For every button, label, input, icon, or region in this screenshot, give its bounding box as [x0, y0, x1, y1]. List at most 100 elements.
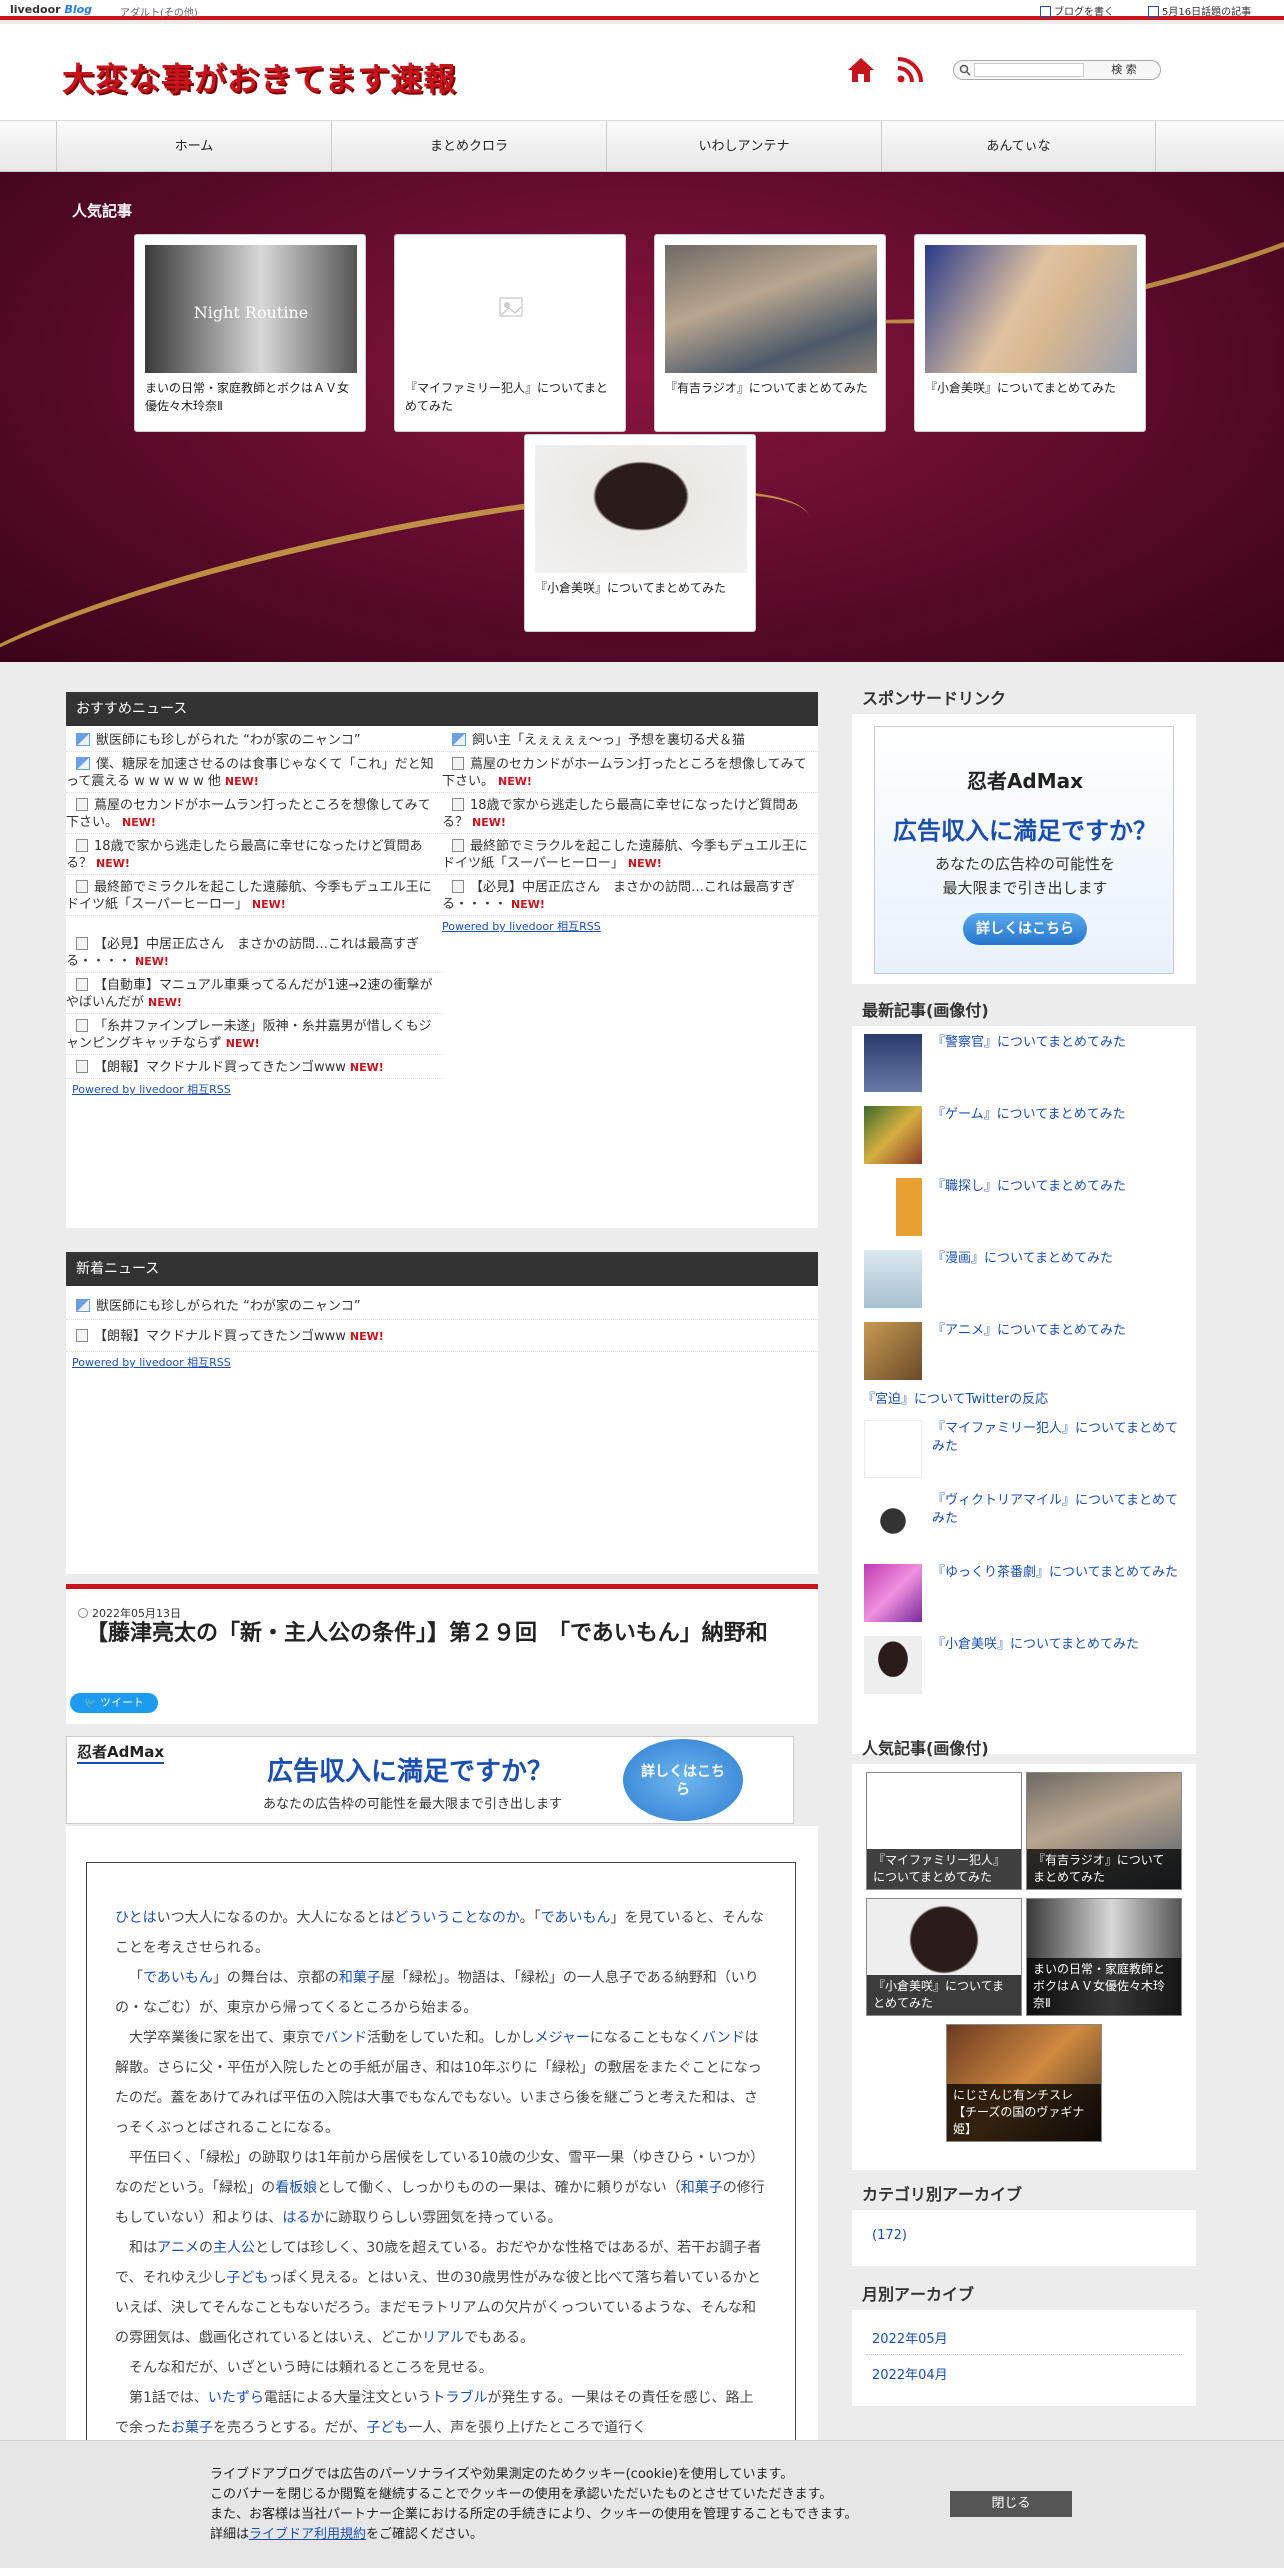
popular-tile[interactable]: まいの日常・家庭教師とボクはＡＶ女優佐々木玲奈Ⅱ: [1026, 1898, 1182, 2016]
latest-item[interactable]: 『警察官』についてまとめてみた: [852, 1026, 1196, 1098]
keyword-link[interactable]: お菓子: [171, 2420, 213, 2436]
nav-item-home[interactable]: ホーム: [56, 121, 331, 173]
today-topics-link[interactable]: 5月16日話題の記事: [1148, 3, 1251, 18]
news-item[interactable]: 【朗報】マクドナルド買ってきたンゴwww NEW!: [66, 1057, 442, 1079]
news-item[interactable]: 蔦屋のセカンドがホームラン打ったところを想像してみて下さい。 NEW!: [66, 795, 442, 834]
month-link[interactable]: 2022年04月: [872, 2364, 948, 2383]
cookie-text-part: をご確認ください。: [366, 2527, 484, 2542]
latest-title: 『宮迫』についてTwitterの反応: [862, 1392, 1049, 1407]
news-item[interactable]: 獣医師にも珍しがられた “わが家のニャンコ”: [66, 730, 442, 752]
popular-tile[interactable]: 『小倉美咲』についてまとめてみた: [866, 1898, 1022, 2016]
sponsor-heading: スポンサードリンク: [862, 689, 1007, 708]
keyword-link[interactable]: いたずら: [208, 2390, 264, 2406]
powered-by-link[interactable]: Powered by livedoor 相互RSS: [442, 920, 601, 933]
popular-tile[interactable]: 『マイファミリー犯人』についてまとめてみた: [866, 1772, 1022, 1890]
admax-headline: 広告収入に満足ですか？: [893, 817, 1157, 845]
cookie-close-button[interactable]: 閉じる: [950, 2491, 1072, 2517]
doc-icon: [76, 1019, 88, 1032]
news-item[interactable]: 最終節でミラクルを起こした遠藤航、今季もデュエル王に ドイツ紙「スーパーヒーロー…: [66, 877, 445, 916]
category-archive-panel: (172): [852, 2210, 1196, 2266]
terms-link[interactable]: ライブドア利用規約: [249, 2527, 366, 2542]
month-link[interactable]: 2022年05月: [872, 2328, 948, 2347]
popular-tile[interactable]: 『有吉ラジオ』についてまとめてみた: [1026, 1772, 1182, 1890]
keyword-link[interactable]: 主人公: [213, 2240, 255, 2256]
keyword-link[interactable]: であいもん: [143, 1970, 213, 1986]
keyword-link[interactable]: トラブル: [432, 2390, 488, 2406]
new-badge: NEW!: [251, 898, 286, 911]
news-item[interactable]: 【自動車】マニュアル車乗ってるんだが1速→2速の衝撃がやばいんだが NEW!: [66, 975, 442, 1014]
nav-item-iwashi-antenna[interactable]: いわしアンテナ: [606, 121, 881, 173]
doc-icon: [76, 798, 88, 811]
popular-card[interactable]: Night Routine まいの日常・家庭教師とボクはＡＶ女優佐々木玲奈Ⅱ: [134, 234, 366, 432]
home-icon[interactable]: [846, 56, 876, 84]
search-button[interactable]: 検 索: [1092, 63, 1156, 77]
keyword-link[interactable]: アニメ: [157, 2240, 199, 2256]
paragraph-text: として働く、しっかりものの一果は、確かに頼りがない（: [317, 2180, 681, 2196]
popular-card[interactable]: 『小倉美咲』についてまとめてみた: [524, 434, 756, 632]
latest-item[interactable]: 『漫画』についてまとめてみた: [852, 1242, 1196, 1314]
latest-item[interactable]: 『職探し』についてまとめてみた: [852, 1170, 1196, 1242]
rss-icon[interactable]: [896, 56, 924, 84]
category-link[interactable]: (172): [872, 2228, 907, 2243]
latest-item[interactable]: 『マイファミリー犯人』についてまとめてみた: [852, 1412, 1196, 1484]
keyword-link[interactable]: 和菓子: [681, 2180, 723, 2196]
article-title[interactable]: 【藤津亮太の「新・主人公の条件」】第２９回 「であいもん」納野和: [86, 1621, 806, 1647]
news-item[interactable]: 獣医師にも珍しがられた “わが家のニャンコ”: [66, 1294, 818, 1320]
tweet-button[interactable]: 🐦 ツイート: [70, 1693, 158, 1713]
write-blog-link[interactable]: ブログを書く: [1040, 3, 1114, 18]
site-title[interactable]: 大変な事がおきてます速報: [62, 54, 456, 100]
latest-heading: 最新記事(画像付): [862, 1001, 989, 1020]
admax-detail-button[interactable]: 詳しくはこちら: [963, 913, 1087, 945]
admax-banner-ad[interactable]: 忍者AdMax 広告収入に満足ですか？ あなたの広告枠の可能性を最大限まで引き出…: [66, 1736, 794, 1824]
keyword-link[interactable]: 和菓子: [339, 1970, 381, 1986]
news-item[interactable]: 最終節でミラクルを起こした遠藤航、今季もデュエル王に ドイツ紙「スーパーヒーロー…: [442, 836, 821, 875]
news-item[interactable]: 【必見】中居正広さん まさかの訪問…これは最高すぎる・・・・ NEW!: [442, 877, 818, 916]
article-paragraph: 大学卒業後に家を出て、東京でバンド活動をしていた和。しかしメジャーになることもな…: [87, 2023, 795, 2143]
admax-square-ad[interactable]: 忍者AdMax 広告収入に満足ですか？ あなたの広告枠の可能性を 最大限まで引き…: [874, 726, 1174, 974]
keyword-link[interactable]: 子ども: [366, 2420, 408, 2436]
news-item[interactable]: 【朗報】マクドナルド買ってきたンゴwww NEW!: [66, 1322, 818, 1352]
keyword-link[interactable]: リアル: [422, 2330, 464, 2346]
latest-item[interactable]: 『アニメ』についてまとめてみた: [852, 1314, 1196, 1386]
powered-by-link[interactable]: Powered by livedoor 相互RSS: [72, 1083, 231, 1096]
search-input[interactable]: [974, 63, 1084, 77]
latest-item[interactable]: 『小倉美咲』についてまとめてみた: [852, 1628, 1196, 1700]
latest-item[interactable]: 『ゆっくり茶番劇』についてまとめてみた: [852, 1556, 1196, 1628]
keyword-link[interactable]: 看板娘: [275, 2180, 317, 2196]
news-item[interactable]: 僕、糖尿を加速させるのは食事じゃなくて「これ」だと知って震える w w w w …: [66, 754, 442, 793]
news-item[interactable]: 18歳で家から逃走したら最高に幸せになったけど質問ある？ NEW!: [66, 836, 442, 875]
article-date-text: 2022年05月13日: [92, 1607, 181, 1620]
cookie-text: ライブドアブログでは広告のパーソナライズや効果測定のためクッキー(cookie)…: [210, 2465, 857, 2545]
keyword-link[interactable]: 子ども: [226, 2270, 268, 2286]
news-item[interactable]: 「糸井ファインプレー未遂」阪神・糸井嘉男が惜しくもジャンピングキャッチならず NE…: [66, 1016, 442, 1055]
nav-item-antina[interactable]: あんてぃな: [881, 121, 1156, 173]
news-item[interactable]: 18歳で家から逃走したら最高に幸せになったけど質問ある？ NEW!: [442, 795, 818, 834]
keyword-link[interactable]: バンド: [324, 2030, 367, 2046]
popular-card[interactable]: 『有吉ラジオ』についてまとめてみた: [654, 234, 886, 432]
latest-item[interactable]: 『宮迫』についてTwitterの反応: [852, 1386, 1196, 1412]
new-badge: NEW!: [135, 955, 169, 968]
popular-card[interactable]: 『マイファミリー犯人』についてまとめてみた: [394, 234, 626, 432]
keyword-link[interactable]: バンド: [702, 2030, 745, 2046]
keyword-link[interactable]: メジャー: [535, 2030, 590, 2046]
popular-tile[interactable]: にじさんじ有ンチスレ【チーズの国のヴァギナ姫】: [946, 2024, 1102, 2142]
latest-thumbnail: [864, 1636, 922, 1694]
latest-item[interactable]: 『ゲーム』についてまとめてみた: [852, 1098, 1196, 1170]
nav-item-matome-crawler[interactable]: まとめクロラ: [331, 121, 606, 173]
keyword-link[interactable]: ひとは: [115, 1910, 157, 1926]
popular-card[interactable]: 『小倉美咲』についてまとめてみた: [914, 234, 1146, 432]
admax-detail-button[interactable]: 詳しくはこちら: [623, 1739, 743, 1821]
latest-item[interactable]: 『ヴィクトリアマイル』についてまとめてみた: [852, 1484, 1196, 1556]
keyword-link[interactable]: どういうことなのか: [394, 1910, 519, 1926]
livedoor-blog-logo[interactable]: livedoor Blog: [10, 3, 92, 16]
news-item[interactable]: 飼い主「えぇぇぇぇ〜っ」予想を裏切る犬＆猫: [442, 730, 818, 752]
news-item[interactable]: 蔦屋のセカンドがホームラン打ったところを想像してみて下さい。 NEW!: [442, 754, 818, 793]
cookie-text-part: 詳細は: [210, 2527, 250, 2542]
powered-by-link[interactable]: Powered by livedoor 相互RSS: [72, 1356, 231, 1369]
keyword-link[interactable]: はるか: [282, 2210, 324, 2226]
news-item[interactable]: 【必見】中居正広さん まさかの訪問…これは最高すぎる・・・・ NEW!: [66, 934, 442, 973]
keyword-link[interactable]: であいもん: [541, 1910, 611, 1926]
category-link[interactable]: アダルト(その他): [120, 4, 198, 19]
latest-thumbnail: [864, 1106, 922, 1164]
